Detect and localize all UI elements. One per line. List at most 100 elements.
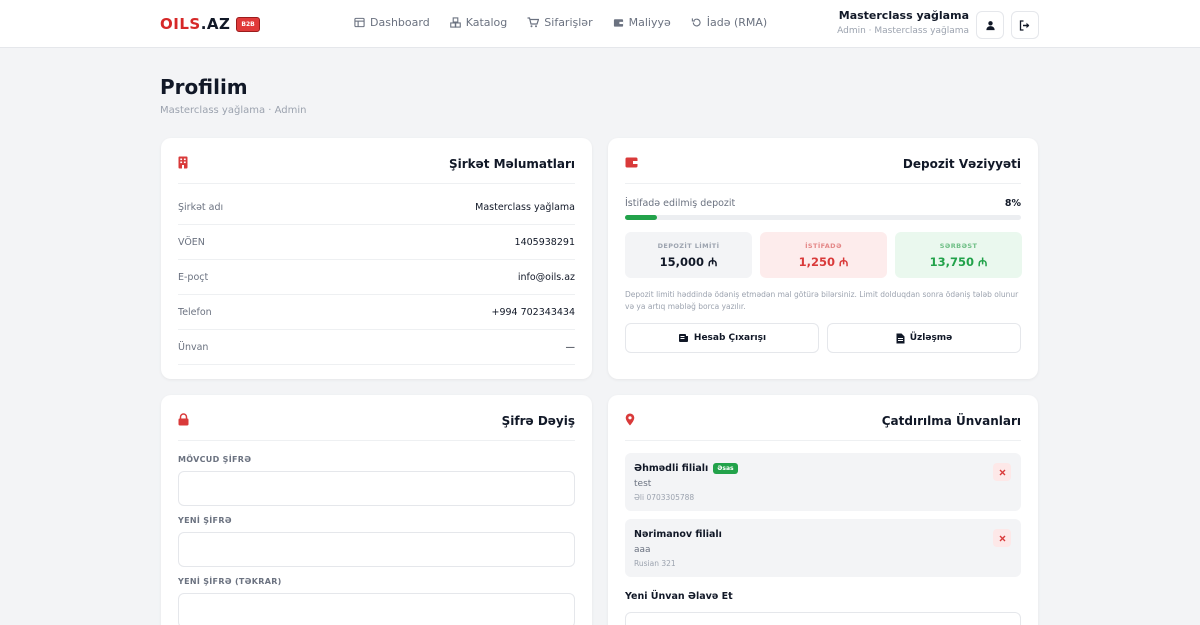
nav-dashboard-label: Dashboard [370, 16, 430, 29]
nav-dashboard[interactable]: Dashboard [354, 16, 430, 29]
stat-value: 13,750 ₼ [929, 255, 988, 269]
nav-iade-label: İadə (RMA) [706, 16, 768, 29]
new-password-input[interactable] [178, 532, 575, 567]
address-item: Nərimanov filialı aaa Rusian 321 [625, 519, 1021, 577]
user-role: Admin · Masterclass yağlama [837, 26, 969, 36]
lock-icon [178, 413, 189, 426]
new-address-title: Yeni Ünvan Əlavə Et [625, 591, 733, 602]
row-value: 1405938291 [514, 237, 575, 248]
company-info-card: Şirkət Məlumatları Şirkət adı Masterclas… [161, 138, 592, 379]
logout-icon [1019, 19, 1030, 31]
delivery-addresses-card: Çatdırılma Ünvanları Əhmədli filialı Əsa… [608, 395, 1038, 625]
wallet-icon [613, 19, 623, 27]
deposit-progress-bar [625, 215, 1021, 220]
change-password-card: Şifrə Dəyiş MÖVCUD ŞİFRƏ YENİ ŞİFRƏ YENİ… [161, 395, 592, 625]
company-row-address: Ünvan — [178, 330, 575, 365]
password-card-title: Şifrə Dəyiş [501, 414, 575, 428]
stat-free: SƏRBƏST 13,750 ₼ [895, 232, 1022, 278]
nav-sifarisler-label: Sifarişlər [544, 16, 593, 29]
logout-button[interactable] [1011, 11, 1039, 39]
stat-deposit-limit: DEPOZİT LİMİTİ 15,000 ₼ [625, 232, 752, 278]
b2b-badge: B2B [236, 16, 260, 32]
logo-text-az: .AZ [200, 15, 231, 33]
row-label: Telefon [178, 307, 212, 318]
row-label: E-poçt [178, 272, 209, 283]
addresses-card-header: Çatdırılma Ünvanları [625, 413, 1021, 441]
company-row-name: Şirkət adı Masterclass yağlama [178, 190, 575, 225]
close-icon [999, 469, 1005, 475]
address-contact: Rusian 321 [634, 559, 676, 568]
current-password-input[interactable] [178, 471, 575, 506]
company-row-email: E-poçt info@oils.az [178, 260, 575, 295]
cart-icon [527, 17, 540, 28]
account-statement-button[interactable]: Hesab Çıxarışı [625, 323, 819, 353]
new-address-input[interactable] [625, 612, 1021, 625]
deposit-card: Depozit Vəziyyəti İstifadə edilmiş depoz… [608, 138, 1038, 379]
address-line: test [634, 479, 652, 489]
logo[interactable]: OILS .AZ B2B [160, 15, 260, 33]
row-label: VÖEN [178, 237, 205, 248]
deposit-used-label: İstifadə edilmiş depozit [625, 198, 736, 209]
nav-maliyye[interactable]: Maliyyə [613, 16, 671, 29]
top-navbar: OILS .AZ B2B Dashboard Katalog Sifarişlə… [0, 0, 1200, 48]
statement-icon [678, 334, 688, 342]
repeat-password-label: YENİ ŞİFRƏ (TƏKRAR) [178, 577, 282, 586]
deposit-card-header: Depozit Vəziyyəti [625, 156, 1021, 184]
user-icon [985, 20, 995, 30]
account-statement-label: Hesab Çıxarışı [693, 333, 767, 343]
dashboard-icon [354, 17, 365, 28]
address-name-text: Əhmədli filialı [634, 463, 709, 474]
profile-button[interactable] [976, 11, 1004, 39]
company-card-title: Şirkət Məlumatları [448, 157, 575, 171]
stat-value: 15,000 ₼ [659, 255, 718, 269]
row-value: info@oils.az [517, 272, 575, 283]
delete-address-button[interactable] [993, 529, 1011, 547]
reconciliation-button[interactable]: Üzləşmə [827, 323, 1021, 353]
nav-iade[interactable]: İadə (RMA) [691, 16, 767, 29]
row-label: Ünvan [178, 342, 209, 353]
nav-katalog-label: Katalog [465, 16, 508, 29]
document-icon [896, 333, 905, 343]
company-card-header: Şirkət Məlumatları [178, 156, 575, 184]
deposit-card-title: Depozit Vəziyyəti [902, 157, 1021, 171]
wallet-icon [625, 157, 638, 168]
stat-used: İSTİFADƏ 1,250 ₼ [760, 232, 887, 278]
new-password-label: YENİ ŞİFRƏ [178, 516, 232, 525]
page-subtitle: Masterclass yağlama · Admin [160, 105, 307, 116]
catalog-icon [449, 17, 461, 28]
current-password-label: MÖVCUD ŞİFRƏ [178, 455, 252, 464]
address-name: Əhmədli filialı Əsas [634, 463, 738, 474]
primary-badge: Əsas [713, 463, 738, 474]
deposit-note: Depozit limiti həddində ödəniş etmədən m… [625, 290, 1019, 311]
logo-text-oils: OILS [160, 15, 201, 33]
page-title: Profilim [160, 75, 248, 99]
address-line: aaa [634, 545, 651, 555]
close-icon [999, 535, 1005, 541]
user-name: Masterclass yağlama [838, 9, 969, 22]
main-nav: Dashboard Katalog Sifarişlər Maliyyə İad… [354, 16, 787, 29]
nav-maliyye-label: Maliyyə [628, 16, 671, 29]
return-icon [691, 18, 701, 27]
row-value: +994 702343434 [491, 307, 575, 318]
address-name: Nərimanov filialı [634, 529, 722, 540]
stat-label: SƏRBƏST [939, 242, 978, 250]
nav-sifarisler[interactable]: Sifarişlər [527, 16, 593, 29]
row-label: Şirkət adı [178, 202, 224, 213]
building-icon [178, 156, 188, 169]
deposit-progress-fill [625, 215, 657, 220]
address-item: Əhmədli filialı Əsas test Əli 0703305788 [625, 453, 1021, 511]
company-row-voen: VÖEN 1405938291 [178, 225, 575, 260]
row-value: Masterclass yağlama [475, 202, 575, 213]
address-contact: Əli 0703305788 [634, 493, 695, 502]
row-value: — [565, 342, 576, 353]
user-info: Masterclass yağlama Admin · Masterclass … [837, 9, 969, 36]
address-name-text: Nərimanov filialı [634, 529, 722, 540]
repeat-password-input[interactable] [178, 593, 575, 625]
password-card-header: Şifrə Dəyiş [178, 413, 575, 441]
addresses-card-title: Çatdırılma Ünvanları [881, 414, 1021, 428]
stat-value: 1,250 ₼ [798, 255, 849, 269]
deposit-used-percent: 8% [1004, 198, 1021, 209]
delete-address-button[interactable] [993, 463, 1011, 481]
nav-katalog[interactable]: Katalog [449, 16, 508, 29]
stat-label: DEPOZİT LİMİTİ [657, 242, 720, 250]
